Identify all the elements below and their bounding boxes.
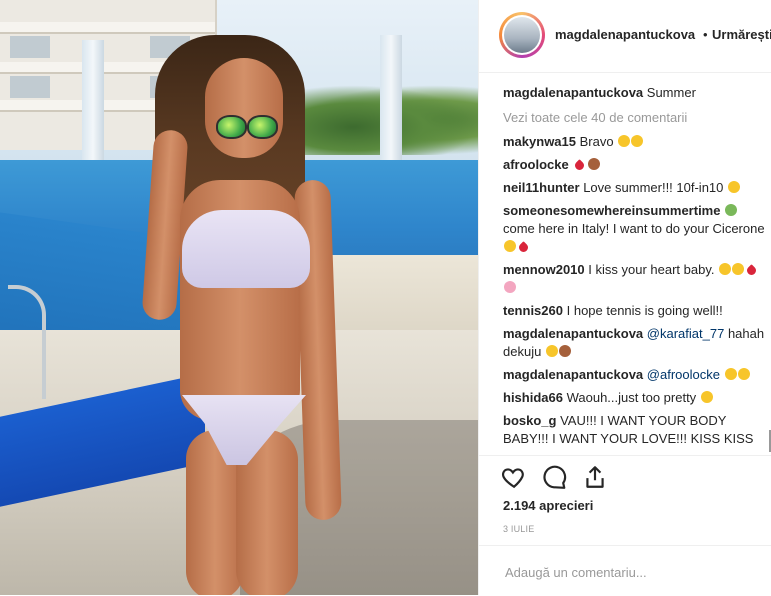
add-comment-input[interactable] [503, 561, 757, 583]
comment-username[interactable]: magdalenapantuckova [503, 326, 643, 341]
heart-emoji-icon [745, 264, 758, 277]
kiss-emoji-icon [724, 368, 737, 380]
woman-emoji-icon [588, 158, 601, 170]
post-date: 3 IULIE [503, 524, 535, 534]
tulip-emoji-icon [504, 281, 516, 293]
comment-username[interactable]: someonesomewhereinsummertime [503, 203, 720, 218]
comment-icon[interactable] [541, 464, 567, 490]
comment-username[interactable]: makynwa15 [503, 134, 576, 149]
comment-item: afroolocke [503, 156, 771, 174]
comment-text: Bravo [579, 134, 614, 149]
comment-text: Waouh...just too pretty [566, 390, 697, 405]
comments-list[interactable]: magdalenapantuckova Summer Vezi toate ce… [503, 84, 771, 454]
heart-eyes-emoji-icon [700, 391, 713, 403]
grinning-emoji-icon [618, 135, 631, 147]
smiley-emoji-icon [631, 135, 644, 147]
photo-pool-rail [8, 285, 46, 399]
mention-link[interactable]: @karafiat_77 [647, 326, 725, 341]
comment-username[interactable]: magdalenapantuckova [503, 85, 643, 100]
monkey-emoji-icon [558, 345, 571, 357]
post-header: magdalenapantuckova • Urmărești [479, 0, 771, 73]
heart-eyes-emoji-icon [504, 240, 516, 252]
comment-text: Love summer!!! 10f-in10 [583, 180, 724, 195]
caption-text: Summer [646, 85, 696, 100]
comment-text: I hope tennis is going well!! [566, 303, 723, 318]
comment-item: someonesomewhereinsummertime come here i… [503, 202, 771, 256]
comment-username[interactable]: afroolocke [503, 157, 569, 172]
comment-item: makynwa15 Bravo [503, 133, 771, 151]
strawberry-emoji-icon [517, 241, 530, 254]
comment-item: bosko_g VAU!!! I WANT YOUR BODY BABY!!! … [503, 412, 771, 448]
mention-link[interactable]: @afroolocke [647, 367, 720, 382]
share-icon[interactable] [582, 464, 608, 490]
relieved-emoji-icon [737, 368, 750, 380]
bikini-top [182, 210, 310, 288]
comment-text: I kiss your heart baby. [588, 262, 715, 277]
post-side-panel: magdalenapantuckova • Urmărești magdalen… [478, 0, 771, 595]
likes-count[interactable]: 2.194 aprecieri [503, 498, 593, 513]
comment-item: magdalenapantuckova @karafiat_77 hahah d… [503, 325, 771, 361]
post-actions: 2.194 aprecieri 3 IULIE [479, 455, 771, 546]
view-all-comments-link[interactable]: Vezi toate cele 40 de comentarii [503, 110, 771, 125]
add-comment-box [479, 545, 771, 596]
smiley-emoji-icon [545, 345, 558, 357]
sunglasses [216, 115, 278, 139]
caption: magdalenapantuckova Summer [503, 84, 771, 102]
comment-username[interactable]: magdalenapantuckova [503, 367, 643, 382]
author-username[interactable]: magdalenapantuckova [555, 27, 695, 42]
thumbs-up-emoji-icon [732, 263, 745, 275]
heart-icon[interactable] [501, 464, 527, 490]
comment-item: hishida66 Waouh...just too pretty [503, 389, 771, 407]
comment-item: tennis260 I hope tennis is going well!! [503, 302, 771, 320]
figure-head [205, 58, 283, 158]
comment-username[interactable]: hishida66 [503, 390, 563, 405]
raised-hands-emoji-icon [728, 181, 741, 193]
pineapple-emoji-icon [725, 204, 738, 216]
comment-username[interactable]: tennis260 [503, 303, 563, 318]
heart-emoji-icon [573, 159, 587, 172]
avatar[interactable] [499, 12, 545, 58]
comment-item: neil11hunter Love summer!!! 10f-in10 [503, 179, 771, 197]
post-photo[interactable] [0, 0, 478, 595]
kiss-emoji-icon [719, 263, 732, 275]
header-separator: • [703, 27, 708, 42]
comment-item: mennow2010 I kiss your heart baby. [503, 261, 771, 297]
comment-username[interactable]: bosko_g [503, 413, 556, 428]
comment-username[interactable]: neil11hunter [503, 180, 580, 195]
follow-button[interactable]: Urmărești [712, 27, 771, 42]
comment-item: magdalenapantuckova @afroolocke [503, 366, 771, 384]
comment-username[interactable]: mennow2010 [503, 262, 585, 277]
comment-text: come here in Italy! I want to do your Ci… [503, 221, 765, 236]
